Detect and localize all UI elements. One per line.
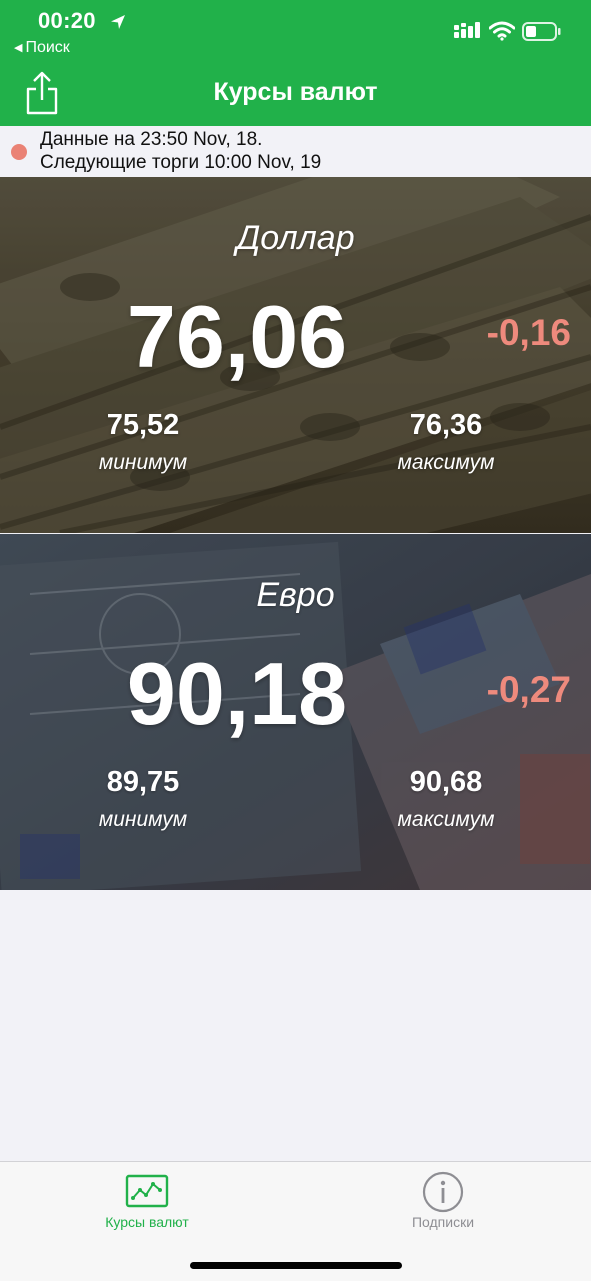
currency-rate: 90,18	[126, 644, 348, 743]
currency-min-label: минимум	[98, 451, 188, 474]
currency-card-eur[interactable]: Евро 90,18 -0,27 89,75 минимум 90,68 мак…	[0, 534, 591, 890]
currency-min-value: 89,75	[106, 766, 180, 798]
data-timestamp: Данные на 23:50 Nov, 18.	[40, 129, 263, 150]
cellular-signal-icon	[454, 22, 480, 38]
currency-change: -0,27	[486, 669, 571, 710]
currency-card-usd[interactable]: Доллар 76,06 -0,16 75,52 минимум 76,36 м…	[0, 177, 591, 533]
location-arrow-icon	[111, 15, 125, 29]
currency-name: Евро	[256, 576, 335, 614]
screen-title: Курсы валют	[213, 78, 378, 106]
back-arrow-icon: ◀	[14, 42, 23, 54]
currency-max-label: максимум	[397, 451, 495, 474]
back-to-search-link[interactable]: ◀ Поиск	[14, 39, 70, 57]
status-time: 00:20	[38, 8, 96, 33]
currency-min-value: 75,52	[106, 409, 180, 441]
currency-max-label: максимум	[397, 808, 495, 831]
wifi-icon	[489, 21, 515, 41]
chart-icon	[125, 1174, 169, 1208]
back-link-label: Поиск	[25, 39, 70, 56]
info-icon	[422, 1171, 464, 1213]
currency-name: Доллар	[236, 219, 355, 257]
tab-subscriptions-label: Подписки	[411, 1214, 475, 1230]
currency-rate: 76,06	[126, 287, 348, 386]
next-trading-time: Следующие торги 10:00 Nov, 19	[40, 152, 322, 173]
header-bar: 00:20 ◀ Поиск Курсы валют	[0, 0, 591, 126]
tab-rates[interactable]: Курсы валют	[47, 1162, 247, 1242]
tab-subscriptions[interactable]: Подписки	[343, 1162, 543, 1242]
currency-max-value: 76,36	[409, 409, 483, 441]
market-info-bar: Данные на 23:50 Nov, 18. Следующие торги…	[0, 126, 591, 177]
currency-change: -0,16	[486, 312, 571, 353]
currency-max-value: 90,68	[409, 766, 483, 798]
home-indicator[interactable]	[190, 1262, 402, 1269]
market-status-dot	[11, 144, 27, 160]
currency-min-label: минимум	[98, 808, 188, 831]
tab-rates-label: Курсы валют	[105, 1214, 189, 1230]
battery-icon	[522, 22, 561, 41]
